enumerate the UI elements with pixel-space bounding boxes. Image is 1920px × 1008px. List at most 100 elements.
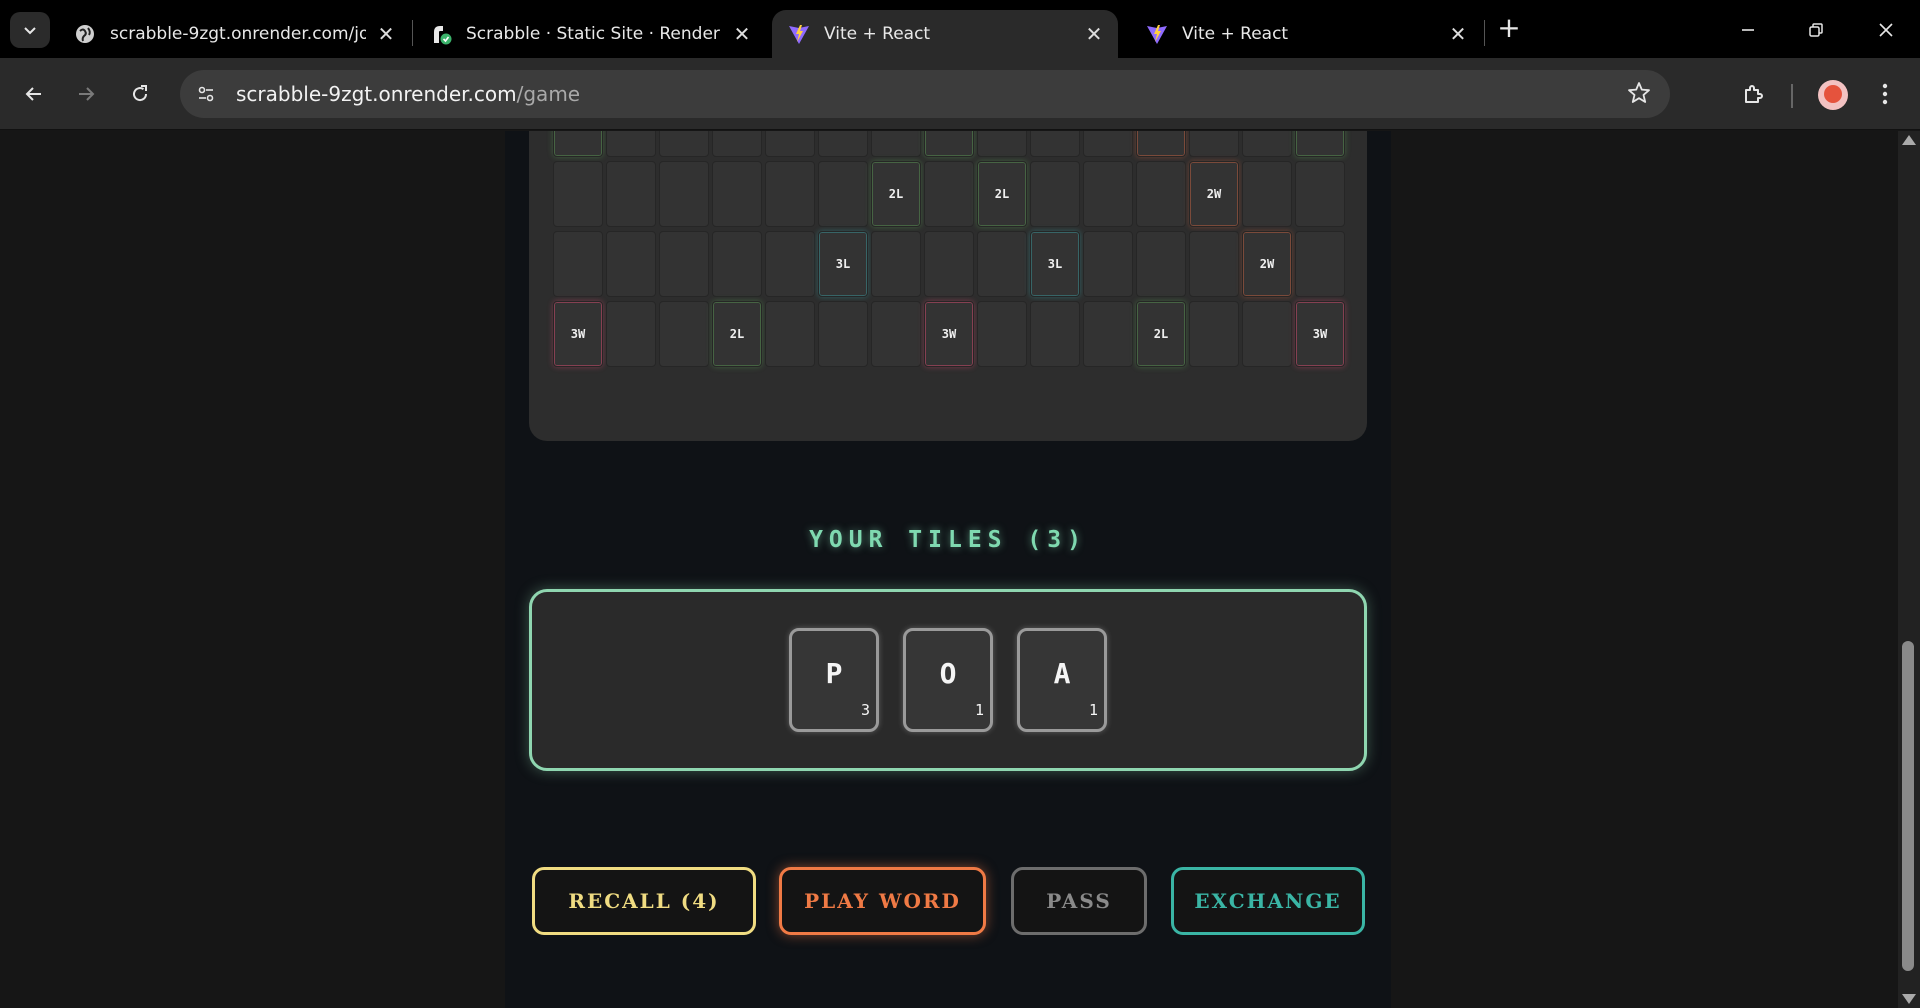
rack-tile[interactable]: P 3 [789,628,879,732]
board-square[interactable] [818,131,868,157]
url-path: /game [516,82,581,106]
rack-tile[interactable]: A 1 [1017,628,1107,732]
tab-close-icon[interactable]: ✕ [1448,22,1468,46]
board-square[interactable] [712,161,762,227]
board-square[interactable] [659,131,709,157]
premium-square[interactable]: 3L [818,231,868,297]
board-square[interactable] [1030,161,1080,227]
browser-menu-button[interactable] [1870,74,1900,114]
board-square[interactable] [818,301,868,367]
board-square[interactable] [712,131,762,157]
board-square[interactable] [871,301,921,367]
board-square[interactable] [1189,131,1239,157]
premium-square[interactable]: 2L [871,161,921,227]
rack-tile[interactable]: O 1 [903,628,993,732]
board-square[interactable] [1242,301,1292,367]
board-grid: 2L2L2W2L2L2L2W3L3L2W3W2L3W2L3W [553,131,1345,367]
reload-button[interactable] [120,74,160,114]
board-square[interactable] [765,301,815,367]
tab-close-icon[interactable]: ✕ [1084,22,1104,46]
board-square[interactable] [765,131,815,157]
tile-points: 1 [1088,701,1098,719]
tab-3[interactable]: Vite + React ✕ [772,10,1118,58]
premium-square[interactable]: 2W [1189,161,1239,227]
scroll-thumb[interactable] [1902,641,1914,971]
recall-button[interactable]: RECALL (4) [532,867,756,935]
board-square[interactable] [659,301,709,367]
premium-square[interactable]: 3W [924,301,974,367]
premium-square[interactable]: 2L [553,131,603,157]
premium-square[interactable]: 2L [1136,301,1186,367]
bookmark-star-icon[interactable] [1626,80,1652,110]
board-square[interactable] [977,301,1027,367]
board-square[interactable] [765,161,815,227]
minimize-button[interactable] [1728,10,1768,50]
board-square[interactable] [818,161,868,227]
premium-square[interactable]: 2L [924,131,974,157]
board-square[interactable] [606,301,656,367]
forward-button[interactable] [66,74,106,114]
site-info-icon[interactable] [190,78,222,110]
board-square[interactable] [924,161,974,227]
close-window-button[interactable] [1866,10,1906,50]
premium-square[interactable]: 3L [1030,231,1080,297]
tab-4[interactable]: Vite + React ✕ [1130,10,1482,58]
board-square[interactable] [659,161,709,227]
board-square[interactable] [1136,161,1186,227]
board-square[interactable] [1030,301,1080,367]
exchange-button[interactable]: EXCHANGE [1171,867,1365,935]
restore-button[interactable] [1796,10,1836,50]
tab-search-button[interactable] [10,12,50,48]
premium-square[interactable]: 3W [553,301,603,367]
scroll-down-arrow-icon[interactable] [1902,994,1916,1004]
play-word-button[interactable]: PLAY WORD [779,867,986,935]
board-square[interactable] [553,231,603,297]
board-square[interactable] [977,231,1027,297]
board-square[interactable] [1083,301,1133,367]
new-tab-button[interactable]: + [1494,14,1524,44]
board-square[interactable] [659,231,709,297]
board-square[interactable] [871,131,921,157]
tile-letter: O [939,657,957,690]
premium-square[interactable]: 2W [1136,131,1186,157]
page-scrollbar[interactable] [1898,131,1920,1008]
profile-avatar[interactable] [1818,80,1848,110]
premium-square[interactable]: 2W [1242,231,1292,297]
tab-close-icon[interactable]: ✕ [376,22,396,46]
board-square[interactable] [765,231,815,297]
scroll-up-arrow-icon[interactable] [1902,135,1916,145]
board-square[interactable] [1083,161,1133,227]
board-square[interactable] [606,231,656,297]
extensions-button[interactable] [1734,74,1774,114]
minimize-icon [1742,29,1754,31]
board-square[interactable] [1083,231,1133,297]
board-square[interactable] [1136,231,1186,297]
tab-close-icon[interactable]: ✕ [732,22,752,46]
board-square[interactable] [871,231,921,297]
board-square[interactable] [712,231,762,297]
premium-square[interactable]: 2L [712,301,762,367]
board-square[interactable] [1295,161,1345,227]
tile-rack: P 3 O 1 A 1 [529,589,1367,771]
game-container: 2L2L2W2L2L2L2W3L3L2W3W2L3W2L3W YOUR TILE… [505,131,1391,1008]
premium-square[interactable]: 3W [1295,301,1345,367]
board-square[interactable] [1083,131,1133,157]
board-square[interactable] [606,161,656,227]
board-square[interactable] [1295,231,1345,297]
board-square[interactable] [977,131,1027,157]
board-square[interactable] [553,161,603,227]
tab-2[interactable]: Scrabble · Static Site · Render D ✕ [414,10,766,58]
board-square[interactable] [1189,231,1239,297]
board-square[interactable] [1030,131,1080,157]
address-bar[interactable]: scrabble-9zgt.onrender.com/game [180,70,1670,118]
board-square[interactable] [1189,301,1239,367]
premium-square[interactable]: 2L [977,161,1027,227]
pass-button[interactable]: PASS [1011,867,1147,935]
board-square[interactable] [606,131,656,157]
tab-1[interactable]: scrabble-9zgt.onrender.com/joi ✕ [58,10,410,58]
board-square[interactable] [1242,131,1292,157]
board-square[interactable] [924,231,974,297]
board-square[interactable] [1242,161,1292,227]
back-button[interactable] [14,74,54,114]
premium-square[interactable]: 2L [1295,131,1345,157]
